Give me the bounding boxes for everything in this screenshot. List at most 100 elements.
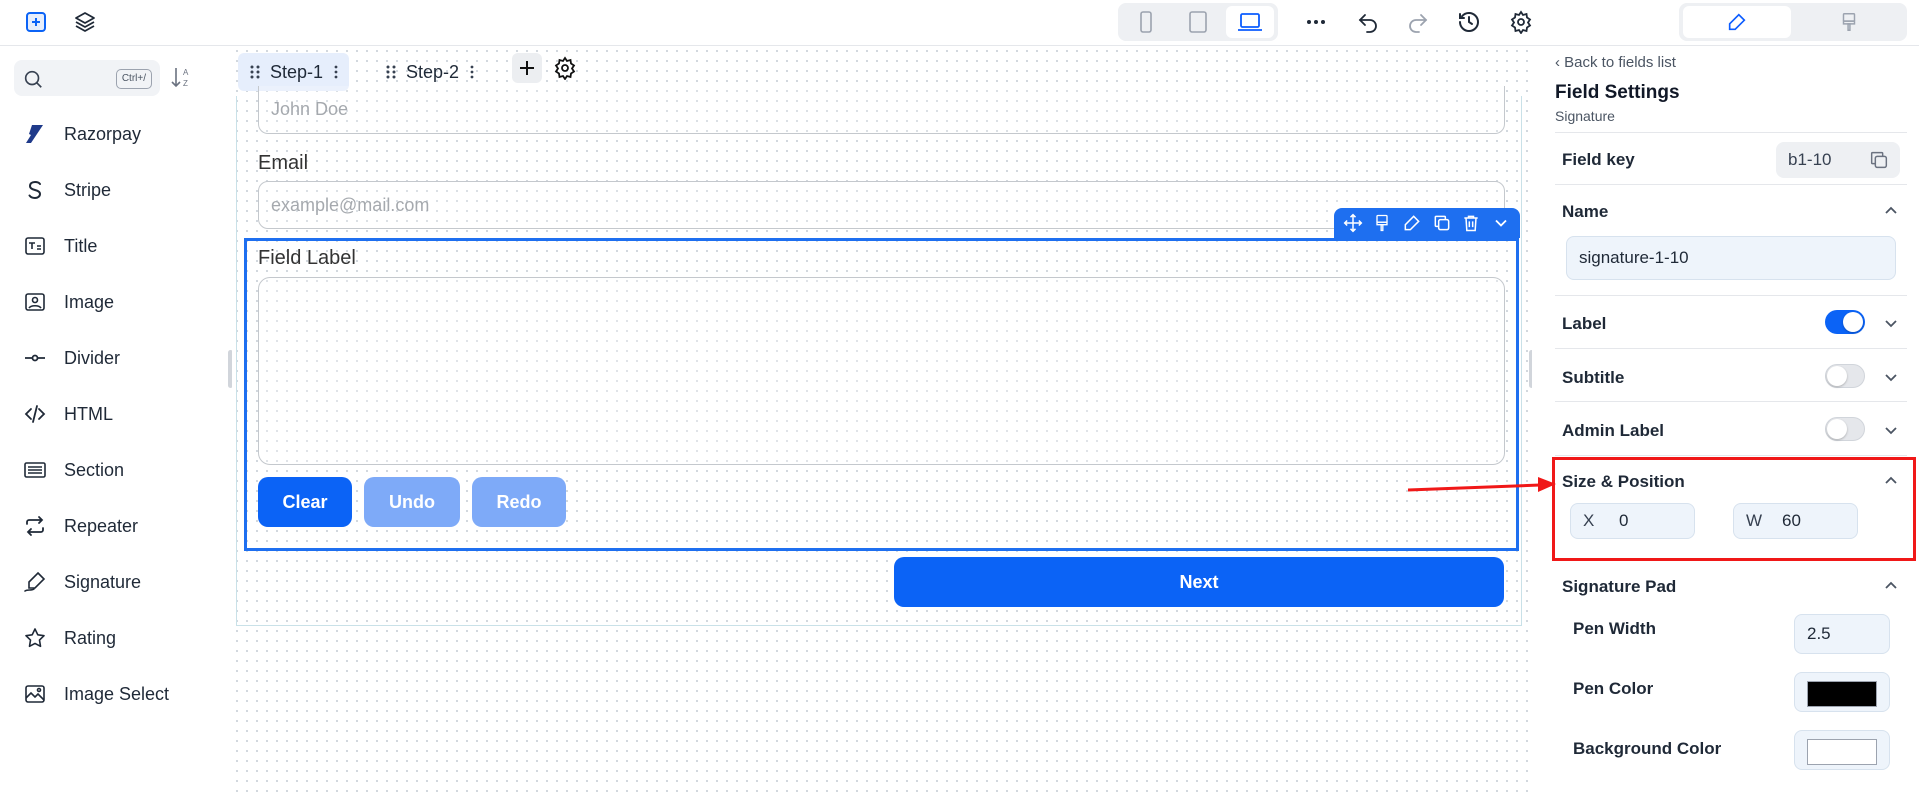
- name-input[interactable]: signature-1-10: [1566, 236, 1896, 280]
- laptop-view-button[interactable]: [1226, 6, 1274, 38]
- signature-icon: [22, 569, 48, 595]
- title-icon: [22, 233, 48, 259]
- next-button[interactable]: Next: [894, 557, 1504, 607]
- sidebar-item-razorpay[interactable]: Razorpay: [0, 114, 220, 154]
- step-menu-icon[interactable]: [333, 63, 339, 81]
- signature-pad[interactable]: [258, 277, 1505, 465]
- sidebar-item-label: Razorpay: [64, 123, 142, 144]
- label-toggle[interactable]: [1825, 310, 1865, 334]
- divider: [1555, 132, 1907, 133]
- sidebar-item-label: Divider: [64, 347, 121, 368]
- undo-pad-button[interactable]: Undo: [364, 477, 460, 527]
- laptop-icon: [1236, 10, 1264, 34]
- add-block-button[interactable]: [18, 4, 54, 40]
- toggle-knob: [1827, 366, 1847, 386]
- tablet-view-button[interactable]: [1174, 6, 1222, 38]
- step-label: Step-1: [270, 61, 324, 82]
- annotation-highlight-box: [1552, 457, 1916, 561]
- sidebar-item-image-select[interactable]: Image Select: [0, 674, 220, 714]
- field-key-text: b1-10: [1788, 150, 1832, 169]
- repeat-icon: [22, 513, 48, 539]
- copy-icon[interactable]: [1868, 149, 1890, 171]
- image-icon: [22, 289, 48, 315]
- name-field[interactable]: John Doe: [258, 86, 1505, 134]
- sidebar-item-stripe[interactable]: Stripe: [0, 170, 220, 210]
- email-placeholder: example@mail.com: [271, 194, 430, 215]
- style-mode-button[interactable]: [1795, 6, 1903, 38]
- settings-button[interactable]: [1503, 4, 1539, 40]
- elements-sidebar: Ctrl+/ AZ Razorpay Stripe Title Image Di…: [0, 46, 230, 792]
- settings-icon: [1509, 10, 1533, 34]
- mobile-view-button[interactable]: [1122, 6, 1170, 38]
- sidebar-item-repeater[interactable]: Repeater: [0, 506, 220, 546]
- star-icon: [22, 625, 48, 651]
- panel-subtitle: Signature: [1555, 108, 1615, 124]
- svg-text:A: A: [183, 68, 189, 77]
- panel-title: Field Settings: [1555, 82, 1680, 103]
- razorpay-icon: [22, 121, 48, 147]
- redo-button[interactable]: [1400, 4, 1436, 40]
- history-button[interactable]: [1451, 4, 1487, 40]
- chevron-up-icon[interactable]: [1882, 577, 1900, 595]
- drag-handle-icon[interactable]: [384, 63, 398, 81]
- code-icon: [22, 401, 48, 427]
- sidebar-item-html[interactable]: HTML: [0, 394, 220, 434]
- email-field[interactable]: example@mail.com: [258, 181, 1505, 229]
- edit-icon[interactable]: [1401, 212, 1423, 234]
- sidebar-item-label: Image: [64, 291, 115, 312]
- back-link-label: Back to fields list: [1564, 54, 1676, 71]
- mobile-icon: [1136, 10, 1156, 34]
- clear-button[interactable]: Clear: [258, 477, 352, 527]
- step-settings-icon[interactable]: [553, 56, 577, 81]
- admin-label-toggle[interactable]: [1825, 417, 1865, 441]
- toggle-knob: [1827, 419, 1847, 439]
- history-icon: [1457, 10, 1481, 34]
- search-input[interactable]: Ctrl+/: [14, 60, 160, 96]
- background-color-label: Background Color: [1573, 739, 1722, 758]
- more-button[interactable]: [1298, 4, 1334, 40]
- chevron-up-icon[interactable]: [1882, 202, 1900, 220]
- duplicate-icon[interactable]: [1431, 212, 1453, 234]
- move-icon[interactable]: [1342, 212, 1364, 234]
- redo-pad-button[interactable]: Redo: [472, 477, 566, 527]
- sidebar-item-divider[interactable]: Divider: [0, 338, 220, 378]
- sidebar-item-label: Section: [64, 459, 125, 480]
- sort-icon[interactable]: AZ: [170, 64, 194, 90]
- chevron-down-icon[interactable]: [1882, 314, 1900, 332]
- device-switcher: [1118, 3, 1278, 41]
- layers-icon: [73, 10, 97, 34]
- divider: [1555, 401, 1907, 402]
- pen-width-input[interactable]: 2.5: [1794, 614, 1890, 654]
- toggle-knob: [1843, 312, 1863, 332]
- divider: [1555, 295, 1907, 296]
- sidebar-item-rating[interactable]: Rating: [0, 618, 220, 658]
- chevron-down-icon[interactable]: [1490, 212, 1512, 234]
- delete-icon[interactable]: [1460, 212, 1482, 234]
- background-color-picker[interactable]: [1794, 730, 1890, 770]
- sidebar-item-section[interactable]: Section: [0, 450, 220, 490]
- sidebar-item-label: Signature: [64, 571, 142, 592]
- divider: [1555, 348, 1907, 349]
- annotation-arrow: [1407, 477, 1556, 492]
- sidebar-item-label: Rating: [64, 627, 117, 648]
- email-label: Email: [258, 152, 309, 174]
- sidebar-item-signature[interactable]: Signature: [0, 562, 220, 602]
- stripe-icon: [22, 177, 48, 203]
- subtitle-toggle[interactable]: [1825, 364, 1865, 388]
- search-shortcut: Ctrl+/: [115, 69, 152, 89]
- layers-button[interactable]: [67, 4, 103, 40]
- sidebar-item-image[interactable]: Image: [0, 282, 220, 322]
- edit-mode-button[interactable]: [1683, 6, 1791, 38]
- sidebar-item-title[interactable]: Title: [0, 226, 220, 266]
- step-menu-icon[interactable]: [469, 63, 475, 81]
- add-step-button[interactable]: [512, 53, 542, 83]
- pen-color-picker[interactable]: [1794, 672, 1890, 712]
- sidebar-item-label: Image Select: [64, 683, 170, 704]
- drag-handle-icon[interactable]: [248, 63, 262, 81]
- undo-button[interactable]: [1350, 4, 1386, 40]
- style-brush-icon[interactable]: [1371, 212, 1393, 234]
- divider: [1555, 184, 1907, 185]
- back-link[interactable]: ‹ Back to fields list: [1555, 54, 1676, 71]
- chevron-down-icon[interactable]: [1882, 368, 1900, 386]
- chevron-down-icon[interactable]: [1882, 421, 1900, 439]
